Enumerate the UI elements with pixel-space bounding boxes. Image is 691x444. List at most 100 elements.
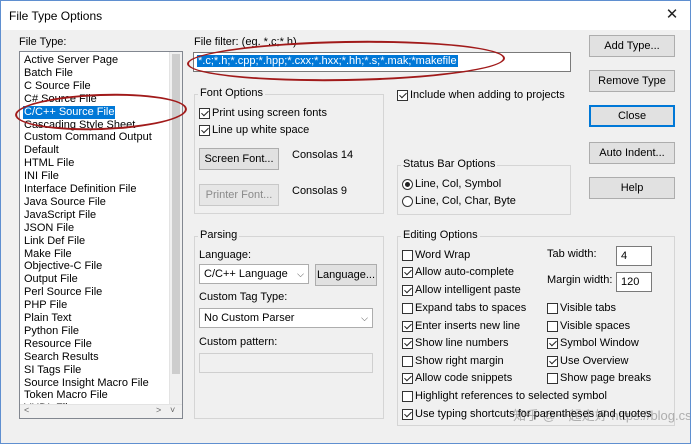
editing-checkbox-label: Allow intelligent paste [415,284,521,296]
editing-checkbox[interactable] [402,250,413,261]
file-type-item[interactable]: PHP File [23,299,68,312]
file-type-options-dialog: File Type Options ✕ File Type: Active Se… [0,0,691,444]
file-type-item[interactable]: Output File [23,273,79,286]
editing-checkbox[interactable] [402,391,413,402]
file-type-item[interactable]: C Source File [23,80,92,93]
file-type-item[interactable]: SI Tags File [23,364,82,377]
remove-type-button[interactable]: Remove Type [589,70,675,92]
file-type-item[interactable]: JavaScript File [23,209,97,222]
status-bar-option-byte-label: Line, Col, Char, Byte [415,195,516,207]
editing-checkbox-label: Allow code snippets [415,372,513,384]
language-select[interactable]: C/C++ Language ⌵ [199,264,309,284]
file-type-item[interactable]: Link Def File [23,235,86,248]
custom-pattern-label: Custom pattern: [199,336,278,348]
screen-font-value: Consolas 14 [292,149,354,161]
editing-checkbox-label: Highlight references to selected symbol [415,390,607,402]
custom-pattern-input[interactable] [199,353,373,373]
editing-checkbox-label: Visible tabs [560,302,617,314]
list-vertical-scrollbar[interactable] [169,52,182,404]
printer-font-value: Consolas 9 [292,185,348,197]
file-type-item[interactable]: HTML File [23,157,75,170]
file-type-item[interactable]: Python File [23,325,80,338]
scroll-down-icon[interactable]: ˅ [170,405,175,415]
editing-checkbox[interactable] [402,356,413,367]
editing-checkbox[interactable] [402,409,413,420]
screen-font-button[interactable]: Screen Font... [199,148,279,170]
file-type-item[interactable]: Active Server Page [23,54,119,67]
close-icon[interactable]: ✕ [664,7,680,23]
language-label: Language: [199,249,251,261]
file-filter-value: *.c;*.h;*.cpp;*.hpp;*.cxx;*.hxx;*.hh;*.s… [197,55,458,67]
custom-tag-type-label: Custom Tag Type: [199,291,288,303]
file-type-item[interactable]: Source Insight Macro File [23,377,150,390]
file-type-list[interactable]: Active Server Page Batch File C Source Fil… [19,51,183,419]
file-type-item[interactable]: Interface Definition File [23,183,138,196]
file-type-item[interactable]: Search Results [23,351,100,364]
line-up-white-space-checkbox[interactable] [199,125,210,136]
file-type-item[interactable]: C# Source File [23,93,98,106]
file-type-item[interactable]: Batch File [23,67,74,80]
editing-checkbox[interactable] [547,373,558,384]
scrollbar-thumb[interactable] [172,54,180,374]
file-type-item[interactable]: Token Macro File [23,389,109,402]
editing-checkbox[interactable] [402,338,413,349]
print-screen-fonts-label: Print using screen fonts [212,107,327,119]
status-bar-option-symbol-label: Line, Col, Symbol [415,178,502,190]
editing-checkbox[interactable] [547,321,558,332]
dialog-title: File Type Options [9,9,103,23]
scroll-right-icon[interactable]: > [156,405,161,415]
editing-checkbox-label: Use Overview [560,355,629,367]
editing-checkbox-label: Enter inserts new line [415,320,521,332]
include-when-adding-checkbox[interactable] [397,90,408,101]
editing-checkbox-label: Use typing shortcuts for parentheses and… [415,408,652,420]
status-bar-title: Status Bar Options [401,158,498,170]
file-type-item[interactable]: Objective-C File [23,260,103,273]
file-type-item[interactable]: Make File [23,248,73,261]
file-filter-input[interactable]: *.c;*.h;*.cpp;*.hpp;*.cxx;*.hxx;*.hh;*.s… [193,52,571,72]
editing-checkbox[interactable] [402,267,413,278]
file-type-item[interactable]: Resource File [23,338,93,351]
file-type-label: File Type: [19,36,67,48]
editing-checkbox[interactable] [402,285,413,296]
file-type-item[interactable]: Perl Source File [23,286,103,299]
line-up-white-space-label: Line up white space [212,124,310,136]
margin-width-input[interactable]: 120 [616,272,652,292]
custom-tag-type-select[interactable]: No Custom Parser ⌵ [199,308,373,328]
editing-checkbox[interactable] [402,373,413,384]
editing-checkbox[interactable] [547,338,558,349]
chevron-down-icon: ⌵ [361,313,368,323]
editing-options-title: Editing Options [401,229,480,241]
status-bar-option-byte-radio[interactable] [402,196,413,207]
editing-checkbox[interactable] [547,303,558,314]
close-button[interactable]: Close [589,105,675,127]
editing-checkbox-label: Show right margin [415,355,504,367]
file-type-item[interactable]: Custom Command Output [23,131,153,144]
language-button[interactable]: Language... [315,264,377,286]
editing-checkbox[interactable] [547,356,558,367]
editing-checkbox[interactable] [402,303,413,314]
file-type-item[interactable]: Java Source File [23,196,107,209]
editing-checkbox-label: Symbol Window [560,337,639,349]
chevron-down-icon: ⌵ [297,269,304,279]
file-filter-label: File filter: (eg. *.c;*.h) [194,36,297,48]
status-bar-group [397,165,571,215]
add-type-button[interactable]: Add Type... [589,35,675,57]
language-value: C/C++ Language [204,268,288,280]
file-type-item[interactable]: INI File [23,170,60,183]
scroll-left-icon[interactable]: < [24,405,29,415]
printer-font-button[interactable]: Printer Font... [199,184,279,206]
status-bar-option-symbol-radio[interactable] [402,179,413,190]
auto-indent-button[interactable]: Auto Indent... [589,142,675,164]
file-type-item[interactable]: Plain Text [23,312,73,325]
editing-checkbox-label: Allow auto-complete [415,266,515,278]
editing-checkbox[interactable] [402,321,413,332]
file-type-item[interactable]: Default [23,144,60,157]
file-type-item[interactable]: C/C++ Source File [23,105,116,119]
list-horizontal-scrollbar[interactable]: < > ˅ [20,404,182,418]
help-button[interactable]: Help [589,177,675,199]
file-type-item[interactable]: Cascading Style Sheet [23,119,136,132]
print-screen-fonts-checkbox[interactable] [199,108,210,119]
file-type-item[interactable]: JSON File [23,222,75,235]
tab-width-input[interactable]: 4 [616,246,652,266]
custom-tag-type-value: No Custom Parser [204,312,295,324]
